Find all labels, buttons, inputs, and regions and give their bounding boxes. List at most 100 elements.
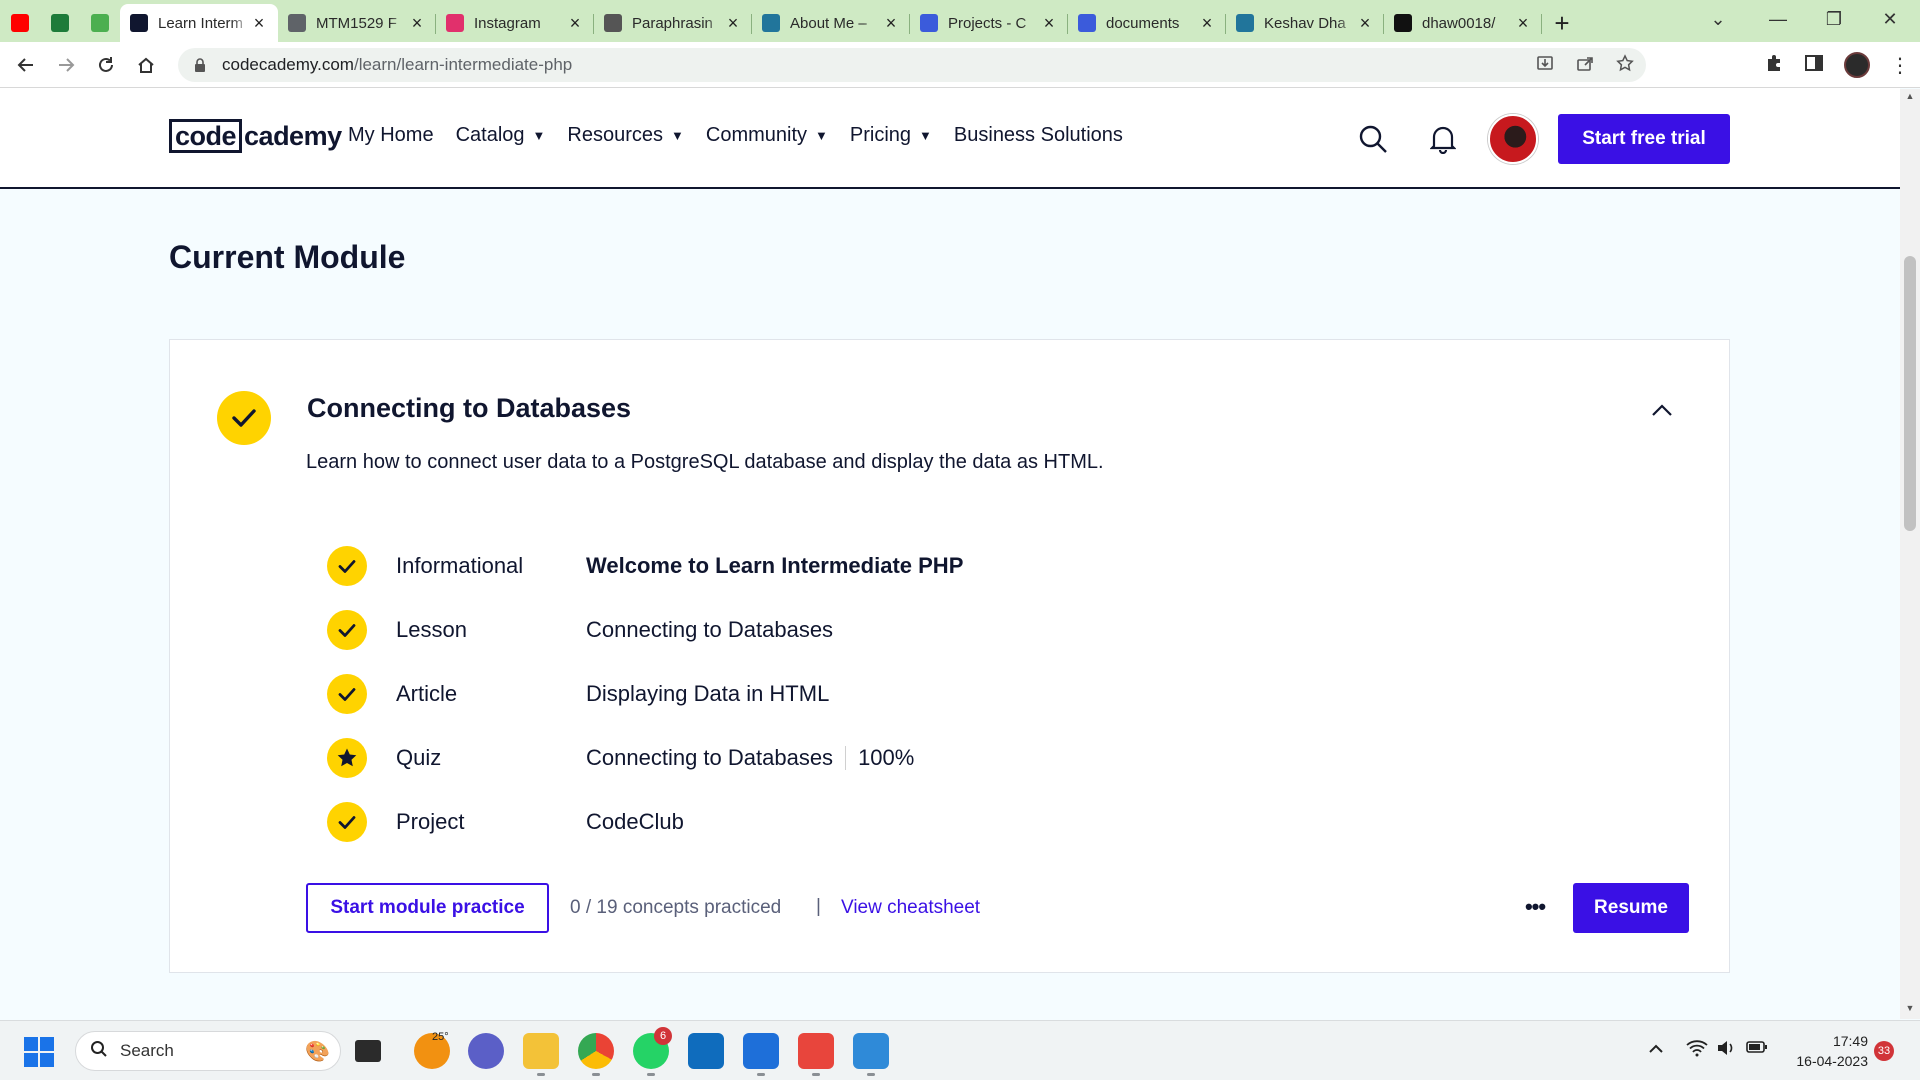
- module-item-title[interactable]: Connecting to Databases: [586, 745, 833, 771]
- tab-title: Paraphrasin: [632, 14, 713, 32]
- forward-arrow-icon[interactable]: [46, 45, 86, 85]
- check-icon: [327, 674, 367, 714]
- file-explorer-icon[interactable]: [523, 1033, 559, 1069]
- close-tab-icon[interactable]: ×: [408, 13, 426, 34]
- browser-tab[interactable]: MTM1529 F ×: [278, 4, 436, 42]
- home-icon[interactable]: [126, 45, 166, 85]
- notifications-bell-icon[interactable]: [1426, 122, 1460, 156]
- lock-icon[interactable]: [192, 57, 208, 73]
- resume-button[interactable]: Resume: [1573, 883, 1689, 933]
- close-tab-icon[interactable]: ×: [1040, 13, 1058, 34]
- scrollbar-thumb[interactable]: [1904, 256, 1916, 531]
- windows-start-icon[interactable]: [24, 1037, 54, 1067]
- browser-profile-avatar[interactable]: [1844, 52, 1870, 78]
- address-bar[interactable]: codecademy.com/learn/learn-intermediate-…: [178, 48, 1646, 82]
- scroll-down-arrow-icon[interactable]: ▼: [1900, 1001, 1920, 1015]
- more-options-icon[interactable]: •••: [1520, 894, 1550, 920]
- browser-menu-kebab-icon[interactable]: ⋮: [1890, 53, 1910, 78]
- codecademy-icon: [130, 14, 148, 32]
- notepad-icon[interactable]: [743, 1033, 779, 1069]
- taskbar-search-box[interactable]: Search 🎨: [75, 1031, 341, 1071]
- browser-tab[interactable]: Paraphrasin ×: [594, 4, 752, 42]
- outlook-icon[interactable]: [688, 1033, 724, 1069]
- user-avatar[interactable]: [1488, 114, 1538, 164]
- nav-item-resources[interactable]: Resources ▼: [567, 124, 683, 147]
- close-window-button[interactable]: ✕: [1862, 0, 1918, 38]
- restore-button[interactable]: ❐: [1806, 0, 1862, 38]
- tray-overflow-chevron-icon[interactable]: [1648, 1039, 1664, 1059]
- browser-tab[interactable]: About Me – ×: [752, 4, 910, 42]
- chrome-icon[interactable]: [578, 1033, 614, 1069]
- anydesk-icon[interactable]: [798, 1033, 834, 1069]
- volume-icon[interactable]: [1716, 1039, 1736, 1062]
- module-item-row[interactable]: Article Displaying Data in HTML: [327, 662, 1227, 726]
- close-tab-icon[interactable]: ×: [250, 13, 268, 34]
- browser-tab[interactable]: Keshav Dha ×: [1226, 4, 1384, 42]
- extensions-puzzle-icon[interactable]: [1764, 53, 1784, 78]
- module-item-row[interactable]: Quiz Connecting to Databases 100%: [327, 726, 1227, 790]
- module-item-title[interactable]: CodeClub: [586, 809, 684, 835]
- omnibox-actions: [1536, 48, 1634, 82]
- module-description: Learn how to connect user data to a Post…: [306, 451, 1104, 473]
- whatsapp-badge: 6: [654, 1027, 672, 1045]
- reload-icon[interactable]: [86, 45, 126, 85]
- start-module-practice-button[interactable]: Start module practice: [306, 883, 549, 933]
- notification-count-badge[interactable]: 33: [1874, 1041, 1894, 1061]
- view-cheatsheet-link[interactable]: View cheatsheet: [841, 897, 980, 919]
- search-highlight-icon: 🎨: [305, 1040, 330, 1063]
- photos-icon[interactable]: [853, 1033, 889, 1069]
- close-tab-icon[interactable]: ×: [724, 13, 742, 34]
- chat-icon[interactable]: [468, 1033, 504, 1069]
- tab-title: Learn Interm: [158, 14, 244, 32]
- new-tab-button[interactable]: +: [1542, 4, 1582, 42]
- codecademy-logo[interactable]: code cademy: [169, 118, 342, 154]
- close-tab-icon[interactable]: ×: [882, 13, 900, 34]
- module-item-row[interactable]: Project CodeClub: [327, 790, 1227, 854]
- wifi-icon[interactable]: [1686, 1039, 1708, 1062]
- bookmark-star-icon[interactable]: [1616, 53, 1634, 77]
- module-item-title[interactable]: Welcome to Learn Intermediate PHP: [586, 553, 963, 579]
- nav-item-community[interactable]: Community ▼: [706, 124, 828, 147]
- module-item-title[interactable]: Displaying Data in HTML: [586, 681, 829, 707]
- battery-icon[interactable]: [1746, 1039, 1768, 1060]
- caret-down-icon: ▼: [532, 128, 546, 143]
- nav-item-pricing[interactable]: Pricing ▼: [850, 124, 932, 147]
- browser-tab[interactable]: documents ×: [1068, 4, 1226, 42]
- install-app-icon[interactable]: [1536, 54, 1554, 77]
- back-arrow-icon[interactable]: [6, 45, 46, 85]
- close-tab-icon[interactable]: ×: [1514, 13, 1532, 34]
- caret-down-icon: ▼: [815, 128, 828, 143]
- tab-title: Projects - C: [948, 14, 1027, 32]
- pinned-tab[interactable]: [0, 4, 40, 42]
- running-indicator: [647, 1073, 655, 1076]
- collapse-chevron-up-icon[interactable]: [1647, 395, 1677, 425]
- share-icon[interactable]: [1576, 54, 1594, 77]
- close-tab-icon[interactable]: ×: [1198, 13, 1216, 34]
- module-item-title[interactable]: Connecting to Databases: [586, 617, 833, 643]
- tab-search-chevron-icon[interactable]: ⌄: [1690, 0, 1746, 38]
- close-tab-icon[interactable]: ×: [566, 13, 584, 34]
- browser-tab[interactable]: Projects - C ×: [910, 4, 1068, 42]
- side-panel-icon[interactable]: [1804, 53, 1824, 78]
- minimize-button[interactable]: —: [1750, 0, 1806, 38]
- start-free-trial-button[interactable]: Start free trial: [1558, 114, 1730, 164]
- score-divider: [845, 746, 847, 770]
- nav-item-catalog[interactable]: Catalog ▼: [456, 124, 546, 147]
- page-scrollbar[interactable]: ▲ ▼: [1900, 89, 1920, 1019]
- module-item-row[interactable]: Lesson Connecting to Databases: [327, 598, 1227, 662]
- close-tab-icon[interactable]: ×: [1356, 13, 1374, 34]
- system-clock[interactable]: 17:49 16-04-2023: [1784, 1031, 1868, 1071]
- module-item-row[interactable]: Informational Welcome to Learn Intermedia…: [327, 534, 1227, 598]
- task-view-icon[interactable]: [355, 1040, 381, 1062]
- browser-tab[interactable]: dhaw0018/ ×: [1384, 4, 1542, 42]
- nav-item-business-solutions[interactable]: Business Solutions: [954, 124, 1123, 147]
- url-path: /learn/learn-intermediate-php: [353, 55, 573, 74]
- windows-taskbar: Search 🎨 25° 6 17:49 16-04-2023 33: [0, 1020, 1920, 1080]
- pinned-tab[interactable]: [40, 4, 80, 42]
- scroll-up-arrow-icon[interactable]: ▲: [1900, 89, 1920, 103]
- active-tab[interactable]: Learn Interm ×: [120, 4, 278, 42]
- browser-tab[interactable]: Instagram ×: [436, 4, 594, 42]
- search-icon[interactable]: [1356, 122, 1390, 156]
- nav-item-my-home[interactable]: My Home: [348, 124, 434, 147]
- pinned-tab[interactable]: [80, 4, 120, 42]
